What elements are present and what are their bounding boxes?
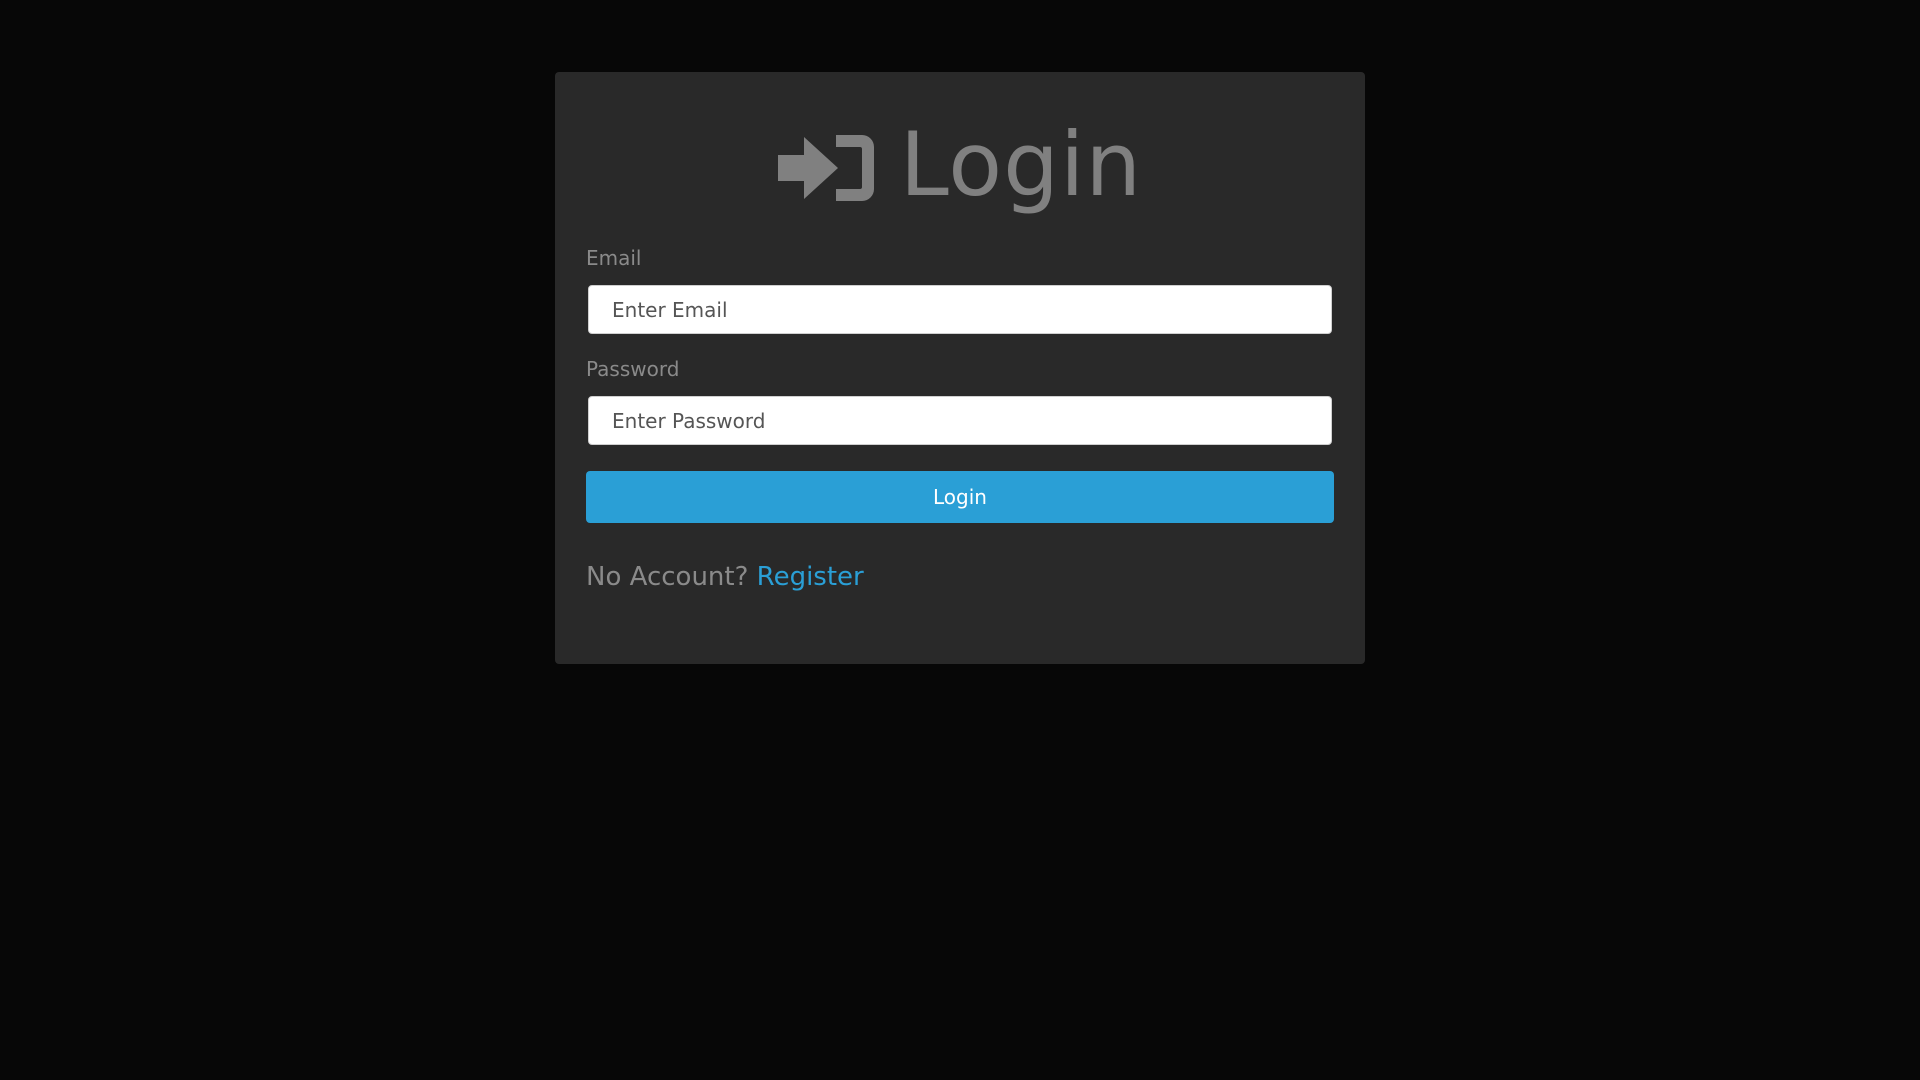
password-field[interactable] (588, 396, 1332, 445)
page-title: Login (899, 113, 1143, 216)
register-link[interactable]: Register (757, 562, 864, 592)
login-card: Login Email Password Login No Account? R… (555, 72, 1365, 664)
email-field[interactable] (588, 285, 1332, 334)
email-label: Email (586, 246, 642, 270)
register-prompt: No Account? Register (586, 561, 1334, 593)
password-label: Password (586, 357, 680, 381)
login-button[interactable]: Login (586, 471, 1334, 523)
sign-in-icon (777, 131, 876, 205)
no-account-text: No Account? (586, 562, 749, 592)
login-heading: Login (586, 114, 1334, 216)
